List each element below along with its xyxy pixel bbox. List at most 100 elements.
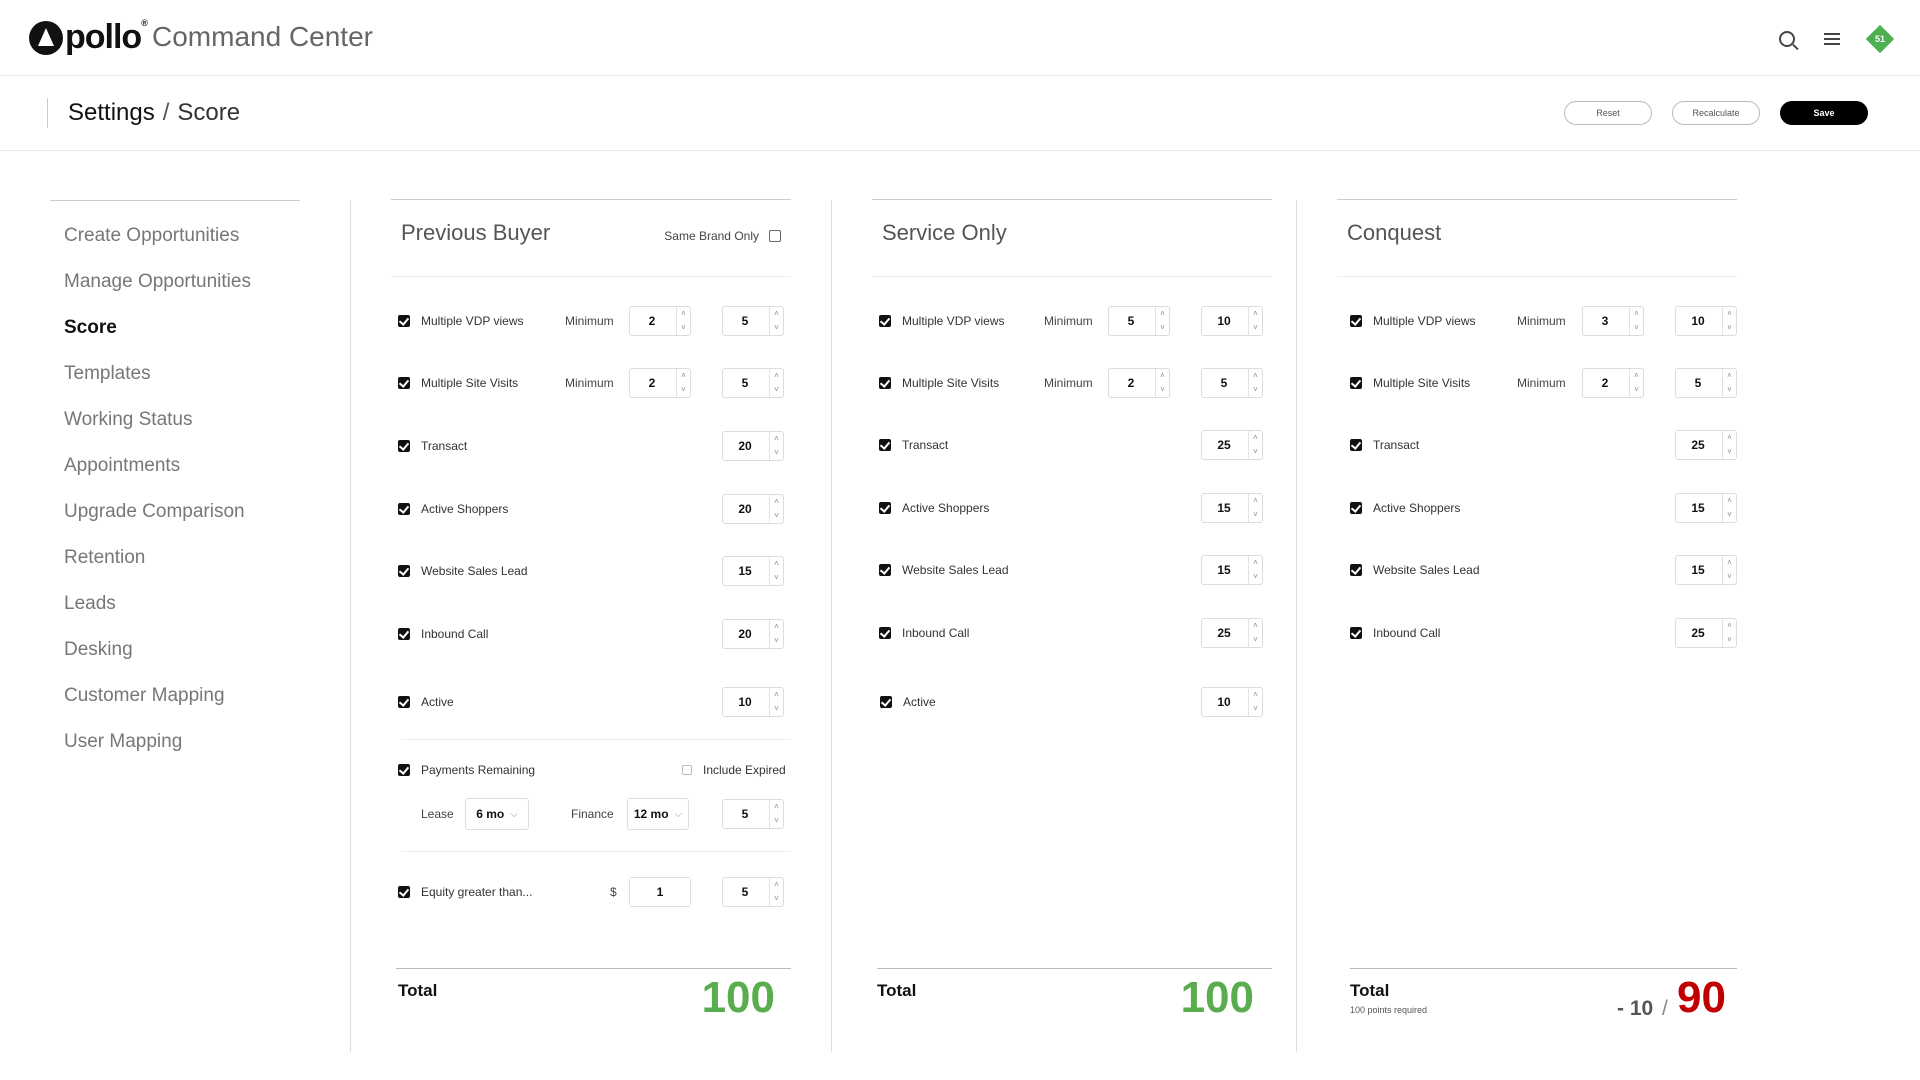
chevron-down-icon[interactable]: ˅ xyxy=(774,817,779,825)
minimum-stepper[interactable]: 2 ˄ ˅ xyxy=(1582,368,1644,398)
chevron-up-icon[interactable]: ˄ xyxy=(1160,372,1165,380)
chevron-up-icon[interactable]: ˄ xyxy=(774,310,779,318)
chevron-down-icon[interactable]: ˅ xyxy=(1727,324,1732,332)
points-stepper[interactable]: 25 ˄ ˅ xyxy=(1675,430,1737,460)
chevron-up-icon[interactable]: ˄ xyxy=(774,691,779,699)
points-stepper[interactable]: 25 ˄ ˅ xyxy=(1201,618,1263,648)
chevron-down-icon[interactable]: ˅ xyxy=(1253,573,1258,581)
row-checkbox[interactable] xyxy=(398,440,410,452)
include-expired-checkbox[interactable] xyxy=(682,765,692,775)
chevron-down-icon[interactable]: ˅ xyxy=(1253,386,1258,394)
points-stepper[interactable]: 15 ˄ ˅ xyxy=(1201,555,1263,585)
chevron-down-icon[interactable]: ˅ xyxy=(774,449,779,457)
same-brand-only-checkbox[interactable] xyxy=(769,230,781,242)
chevron-down-icon[interactable]: ˅ xyxy=(774,705,779,713)
chevron-down-icon[interactable]: ˅ xyxy=(1727,386,1732,394)
chevron-up-icon[interactable]: ˄ xyxy=(1160,310,1165,318)
points-stepper[interactable]: 5 ˄ ˅ xyxy=(722,306,784,336)
points-stepper[interactable]: 15 ˄ ˅ xyxy=(1675,555,1737,585)
row-checkbox[interactable] xyxy=(1350,502,1362,514)
minimum-stepper[interactable]: 5 ˄ ˅ xyxy=(1108,306,1170,336)
sidebar-item-retention[interactable]: Retention xyxy=(50,535,300,581)
points-stepper[interactable]: 10 ˄ ˅ xyxy=(722,687,784,717)
chevron-up-icon[interactable]: ˄ xyxy=(1253,622,1258,630)
points-stepper[interactable]: 20 ˄ ˅ xyxy=(722,494,784,524)
recalculate-button[interactable]: Recalculate xyxy=(1672,101,1760,125)
points-stepper[interactable]: 20 ˄ ˅ xyxy=(722,619,784,649)
row-checkbox[interactable] xyxy=(879,315,891,327)
points-stepper[interactable]: 15 ˄ ˅ xyxy=(722,556,784,586)
points-stepper[interactable]: 5 ˄ ˅ xyxy=(1675,368,1737,398)
breadcrumb-settings[interactable]: Settings xyxy=(68,99,155,127)
row-checkbox[interactable] xyxy=(398,315,410,327)
points-stepper[interactable]: 10 ˄ ˅ xyxy=(1675,306,1737,336)
chevron-up-icon[interactable]: ˄ xyxy=(1727,497,1732,505)
chevron-up-icon[interactable]: ˄ xyxy=(774,372,779,380)
chevron-down-icon[interactable]: ˅ xyxy=(774,637,779,645)
row-checkbox[interactable] xyxy=(398,503,410,515)
chevron-down-icon[interactable]: ˅ xyxy=(1634,386,1639,394)
sidebar-item-score[interactable]: Score xyxy=(50,305,300,351)
row-checkbox[interactable] xyxy=(398,696,410,708)
points-stepper[interactable]: 5 ˄ ˅ xyxy=(722,877,784,907)
minimum-stepper[interactable]: 2 ˄ ˅ xyxy=(629,306,691,336)
chevron-down-icon[interactable]: ˅ xyxy=(681,386,686,394)
points-stepper[interactable]: 15 ˄ ˅ xyxy=(1675,493,1737,523)
chevron-up-icon[interactable]: ˄ xyxy=(1253,310,1258,318)
chevron-down-icon[interactable]: ˅ xyxy=(681,324,686,332)
points-stepper[interactable]: 20 ˄ ˅ xyxy=(722,431,784,461)
row-checkbox[interactable] xyxy=(1350,315,1362,327)
row-checkbox[interactable] xyxy=(1350,377,1362,389)
chevron-down-icon[interactable]: ˅ xyxy=(1727,636,1732,644)
chevron-down-icon[interactable]: ˅ xyxy=(1727,573,1732,581)
chevron-down-icon[interactable]: ˅ xyxy=(774,574,779,582)
sidebar-item-manage-opportunities[interactable]: Manage Opportunities xyxy=(50,259,300,305)
row-checkbox[interactable] xyxy=(879,564,891,576)
chevron-down-icon[interactable]: ˅ xyxy=(1160,324,1165,332)
chevron-up-icon[interactable]: ˄ xyxy=(774,498,779,506)
minimum-stepper[interactable]: 2 ˄ ˅ xyxy=(629,368,691,398)
chevron-down-icon[interactable]: ˅ xyxy=(1727,448,1732,456)
minimum-stepper[interactable]: 3 ˄ ˅ xyxy=(1582,306,1644,336)
chevron-up-icon[interactable]: ˄ xyxy=(1727,434,1732,442)
points-stepper[interactable]: 5 ˄ ˅ xyxy=(1201,368,1263,398)
same-brand-only-toggle[interactable]: Same Brand Only xyxy=(664,229,781,243)
chevron-up-icon[interactable]: ˄ xyxy=(774,881,779,889)
apollo-logo[interactable]: pollo® xyxy=(29,18,148,57)
points-stepper[interactable]: 25 ˄ ˅ xyxy=(1201,430,1263,460)
points-stepper[interactable]: 15 ˄ ˅ xyxy=(1201,493,1263,523)
row-checkbox[interactable] xyxy=(879,502,891,514)
chevron-up-icon[interactable]: ˄ xyxy=(1253,691,1258,699)
lease-select[interactable]: 6 mo ⌵ xyxy=(465,798,529,830)
chevron-up-icon[interactable]: ˄ xyxy=(1634,310,1639,318)
sidebar-item-create-opportunities[interactable]: Create Opportunities xyxy=(50,213,300,259)
save-button[interactable]: Save xyxy=(1780,101,1868,125)
points-stepper[interactable]: 10 ˄ ˅ xyxy=(1201,687,1263,717)
sidebar-item-leads[interactable]: Leads xyxy=(50,581,300,627)
chevron-up-icon[interactable]: ˄ xyxy=(774,623,779,631)
row-checkbox[interactable] xyxy=(1350,564,1362,576)
points-stepper[interactable]: 25 ˄ ˅ xyxy=(1675,618,1737,648)
sidebar-item-upgrade-comparison[interactable]: Upgrade Comparison xyxy=(50,489,300,535)
chevron-down-icon[interactable]: ˅ xyxy=(1727,511,1732,519)
chevron-down-icon[interactable]: ˅ xyxy=(1253,448,1258,456)
chevron-down-icon[interactable]: ˅ xyxy=(774,895,779,903)
row-checkbox[interactable] xyxy=(398,377,410,389)
minimum-stepper[interactable]: 2 ˄ ˅ xyxy=(1108,368,1170,398)
chevron-up-icon[interactable]: ˄ xyxy=(774,435,779,443)
search-icon[interactable] xyxy=(1776,28,1798,50)
row-checkbox[interactable] xyxy=(879,377,891,389)
notification-badge[interactable]: 51 xyxy=(1865,24,1895,54)
chevron-down-icon[interactable]: ˅ xyxy=(774,512,779,520)
chevron-up-icon[interactable]: ˄ xyxy=(1727,559,1732,567)
chevron-down-icon[interactable]: ˅ xyxy=(1253,511,1258,519)
chevron-up-icon[interactable]: ˄ xyxy=(1727,372,1732,380)
row-checkbox[interactable] xyxy=(880,696,892,708)
chevron-up-icon[interactable]: ˄ xyxy=(1253,497,1258,505)
chevron-up-icon[interactable]: ˄ xyxy=(774,803,779,811)
points-stepper[interactable]: 5 ˄ ˅ xyxy=(722,799,784,829)
chevron-up-icon[interactable]: ˄ xyxy=(1253,372,1258,380)
chevron-down-icon[interactable]: ˅ xyxy=(774,324,779,332)
points-stepper[interactable]: 5 ˄ ˅ xyxy=(722,368,784,398)
chevron-down-icon[interactable]: ˅ xyxy=(1634,324,1639,332)
